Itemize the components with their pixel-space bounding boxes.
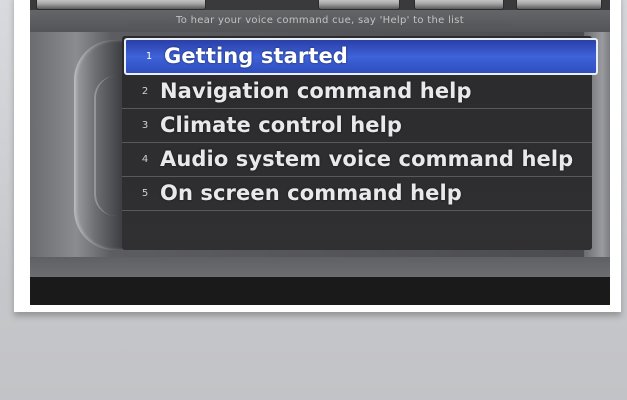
panel-bottom-bezel bbox=[30, 257, 610, 277]
menu-item-label: Climate control help bbox=[160, 113, 403, 137]
screen-footer bbox=[30, 277, 610, 305]
menu-item-label: Getting started bbox=[164, 44, 348, 68]
menu-item-audio-system-voice-command-help[interactable]: 4 Audio system voice command help bbox=[122, 143, 592, 177]
tab-1[interactable] bbox=[36, 0, 206, 10]
menu-item-climate-control-help[interactable]: 3 Climate control help bbox=[122, 109, 592, 143]
hint-bar: To hear your voice command cue, say 'Hel… bbox=[30, 10, 610, 32]
tab-4[interactable] bbox=[516, 0, 602, 10]
menu-item-label: Navigation command help bbox=[160, 79, 472, 103]
menu-item-number: 2 bbox=[141, 86, 149, 97]
nav-screen: To hear your voice command cue, say 'Hel… bbox=[30, 0, 610, 305]
top-tab-strip bbox=[30, 0, 610, 10]
left-bezel-highlight bbox=[94, 76, 116, 216]
tab-3[interactable] bbox=[414, 0, 504, 10]
menu-item-number: 1 bbox=[145, 51, 153, 62]
tab-2[interactable] bbox=[318, 0, 400, 10]
menu-item-label: Audio system voice command help bbox=[160, 147, 574, 171]
menu-panel: 1 Getting started 2 Navigation command h… bbox=[30, 32, 610, 257]
menu-item-getting-started[interactable]: 1 Getting started bbox=[124, 38, 598, 75]
menu-item-number: 3 bbox=[141, 120, 149, 131]
menu-item-label: On screen command help bbox=[160, 181, 462, 205]
menu-item-number: 5 bbox=[141, 188, 149, 199]
menu-item-on-screen-command-help[interactable]: 5 On screen command help bbox=[122, 177, 592, 211]
help-menu-list: 1 Getting started 2 Navigation command h… bbox=[122, 36, 598, 250]
menu-item-navigation-command-help[interactable]: 2 Navigation command help bbox=[122, 75, 592, 109]
menu-item-number: 4 bbox=[141, 154, 149, 165]
